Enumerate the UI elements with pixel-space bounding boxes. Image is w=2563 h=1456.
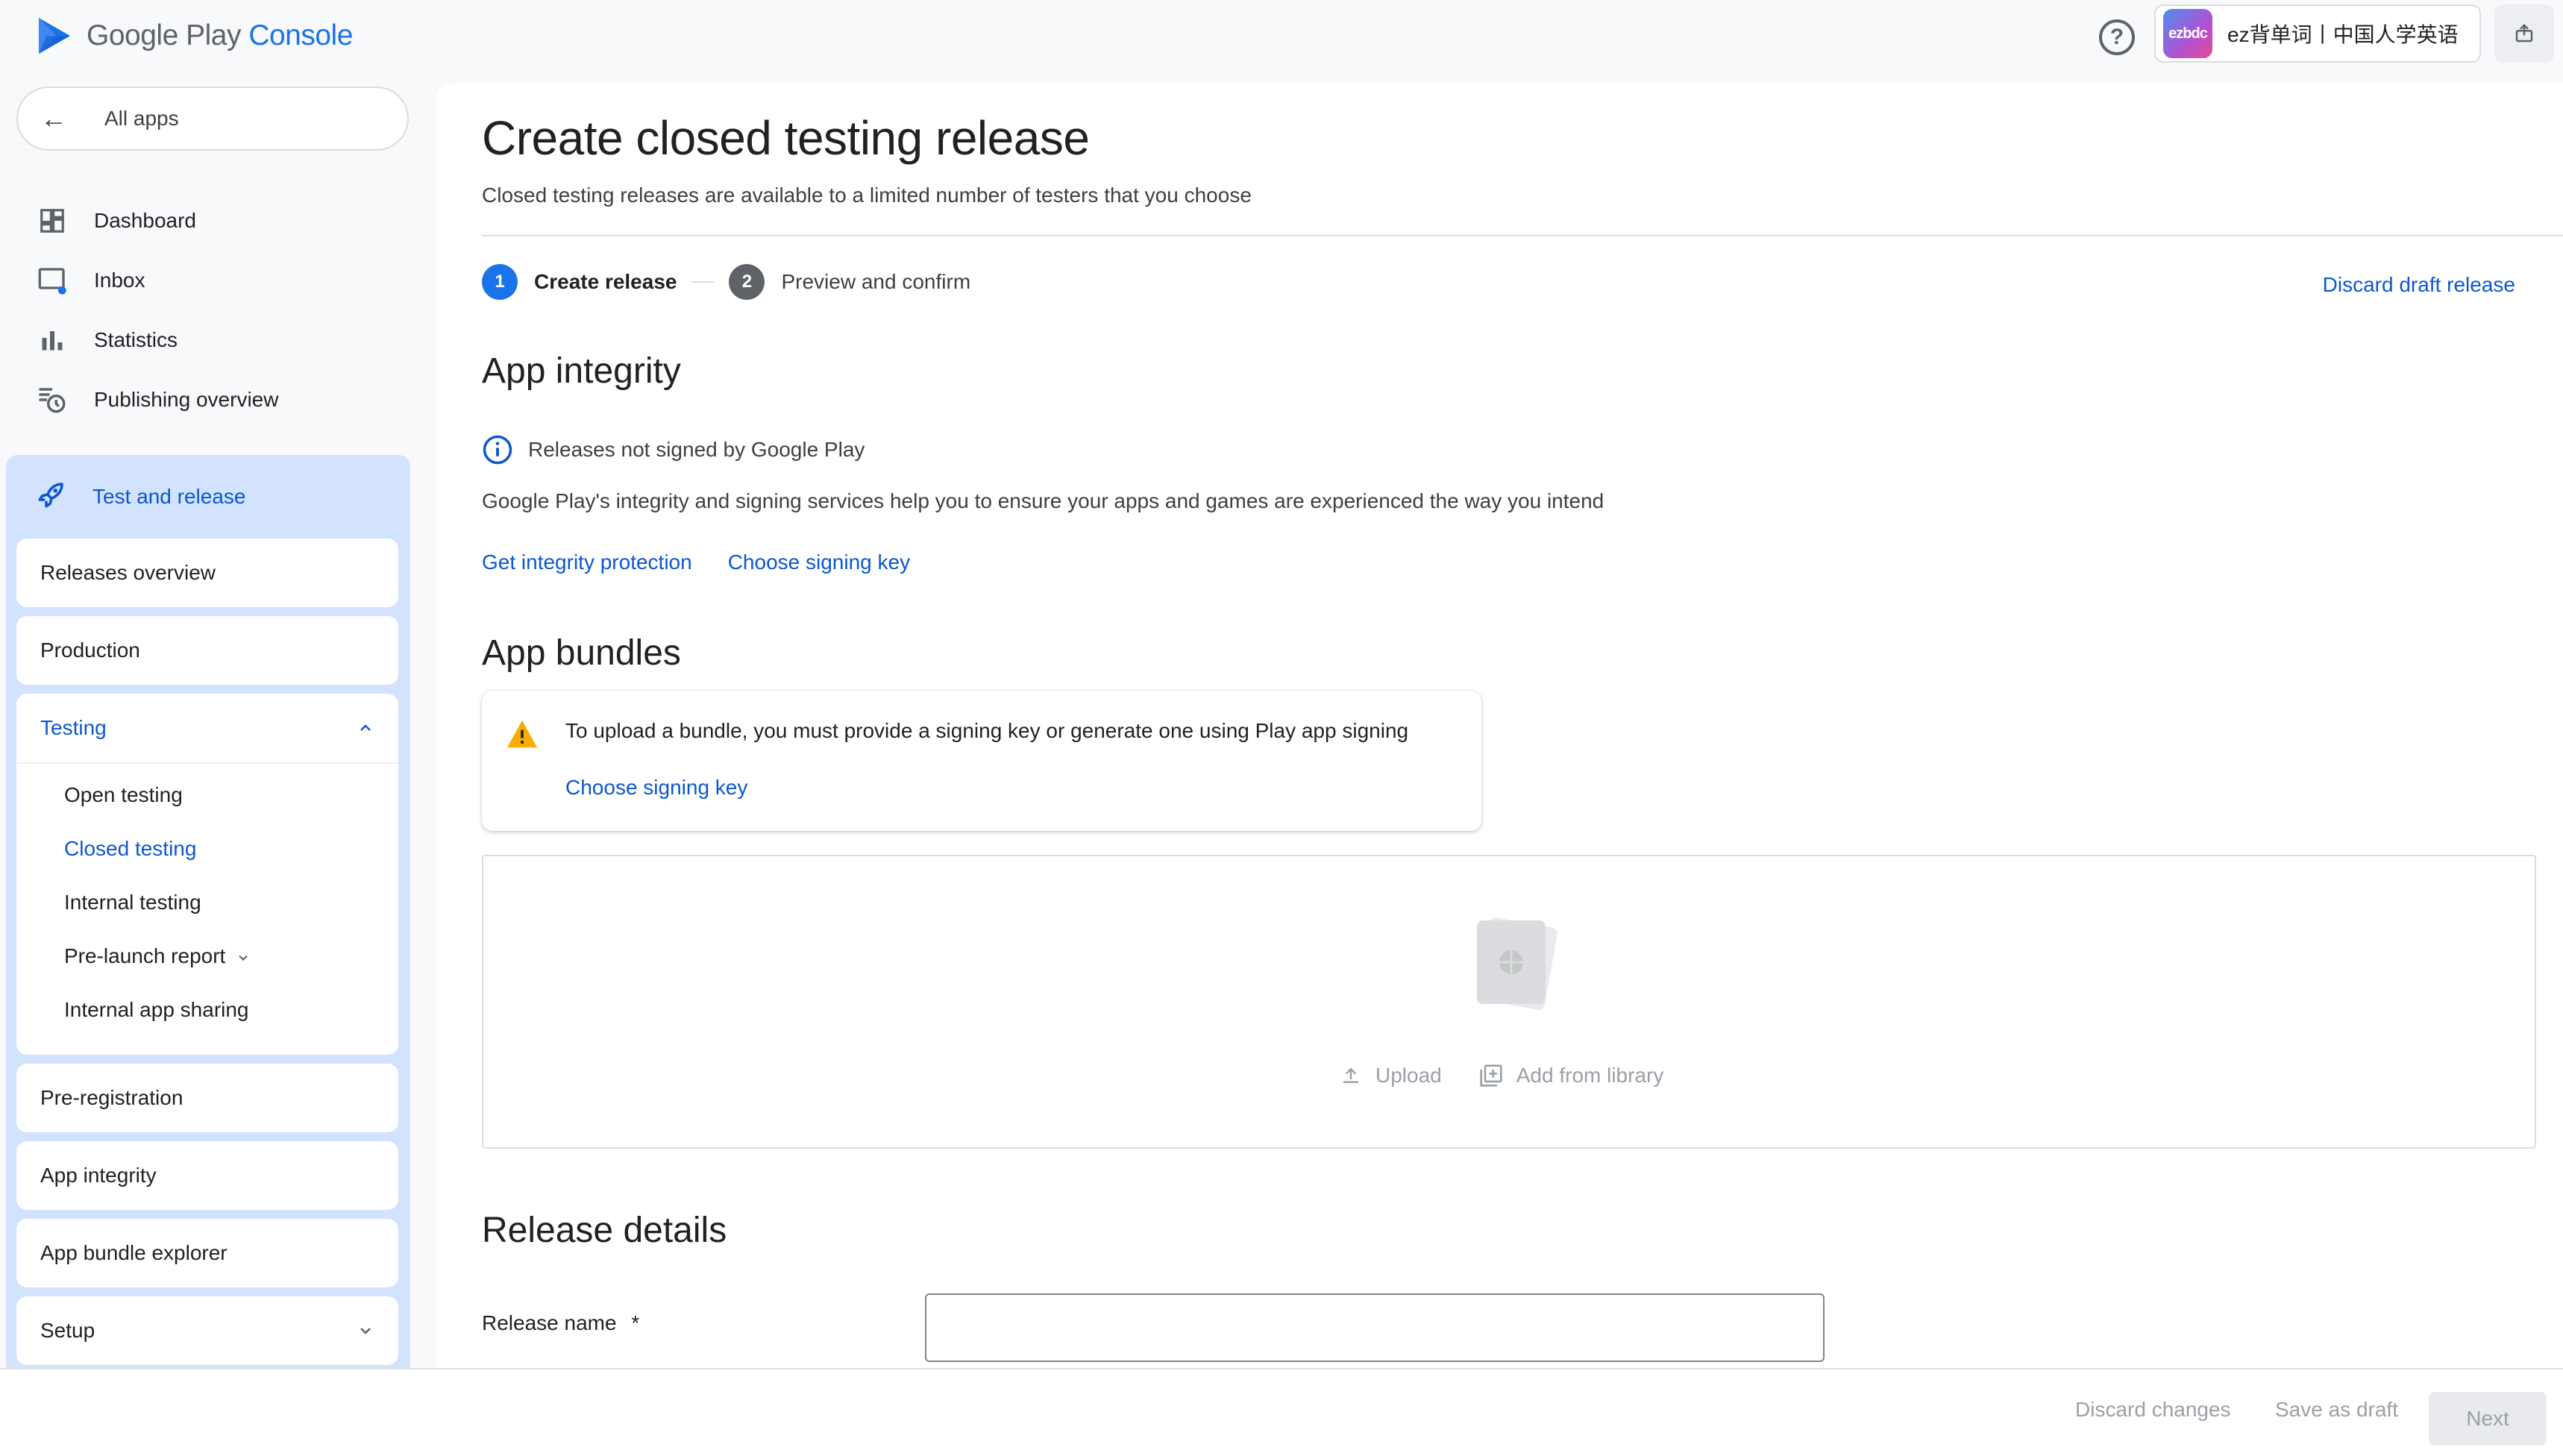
- share-icon: [2515, 23, 2533, 43]
- add-from-library-button[interactable]: Add from library: [1479, 1064, 1664, 1088]
- main-content: Create closed testing release Closed tes…: [436, 84, 2563, 1368]
- step-connector: [691, 281, 715, 283]
- signing-key-warning: To upload a bundle, you must provide a s…: [482, 691, 1481, 831]
- bundle-dropzone[interactable]: Upload Add from library: [482, 855, 2536, 1149]
- sidebar-item-production[interactable]: Production: [16, 616, 398, 685]
- sidebar-item-testing[interactable]: Testing: [16, 694, 398, 762]
- app-bundle-illustration-icon: [1477, 917, 1557, 1010]
- required-mark: *: [631, 1311, 640, 1334]
- step-preview-and-confirm[interactable]: Preview and confirm: [781, 270, 970, 294]
- notifications-button[interactable]: [2494, 4, 2554, 63]
- sidebar-item-statistics[interactable]: Statistics: [36, 316, 178, 364]
- release-details-heading: Release details: [482, 1211, 727, 1250]
- library-add-icon: [1480, 1064, 1502, 1087]
- all-apps-button[interactable]: ← All apps: [16, 87, 409, 151]
- bar-chart-icon: [36, 324, 69, 357]
- google-play-console-logo[interactable]: Google Play Console: [36, 15, 353, 57]
- play-console-logo-icon: [39, 18, 70, 54]
- integrity-status-text: Releases not signed by Google Play: [528, 438, 865, 461]
- sidebar-item-label: Pre-registration: [40, 1086, 183, 1109]
- inbox-icon: [36, 264, 69, 297]
- testing-group: Testing Open testing Closed testing Inte…: [16, 694, 398, 1055]
- sidebar-item-pre-registration[interactable]: Pre-registration: [16, 1064, 398, 1132]
- sidebar-item-label: Inbox: [94, 269, 145, 292]
- logo-text-main: Google Play: [87, 19, 241, 51]
- sidebar-item-label: Releases overview: [40, 561, 216, 584]
- warning-icon: [507, 720, 537, 748]
- sidebar-item-dashboard[interactable]: Dashboard: [36, 197, 196, 245]
- release-name-label-text: Release name: [482, 1311, 617, 1334]
- sidebar-item-label: Statistics: [94, 328, 178, 351]
- sidebar-item-label: Setup: [40, 1319, 95, 1342]
- app-name: ez背单词丨中国人学英语: [2227, 23, 2459, 46]
- sidebar-item-internal-app-sharing[interactable]: Internal app sharing: [64, 995, 249, 1025]
- rocket-icon: [36, 479, 67, 515]
- bottom-action-bar: Discard changes Save as draft Next: [0, 1368, 2563, 1456]
- sidebar-item-label: Testing: [40, 716, 107, 739]
- sidebar-item-open-testing[interactable]: Open testing: [64, 780, 183, 810]
- integrity-links: Get integrity protection Choose signing …: [482, 550, 910, 574]
- stepper: 1 Create release 2 Preview and confirm: [482, 263, 970, 301]
- sidebar-item-setup[interactable]: Setup: [16, 1296, 398, 1365]
- upload-button[interactable]: Upload: [1340, 1064, 1442, 1088]
- sidebar-item-pre-launch-report[interactable]: Pre-launch report: [64, 941, 251, 971]
- app-switcher-chip[interactable]: ezbdc ez背单词丨中国人学英语: [2154, 4, 2481, 63]
- save-as-draft-button[interactable]: Save as draft: [2275, 1398, 2398, 1422]
- sidebar-section-title: Test and release: [92, 485, 246, 508]
- sidebar-item-publishing-overview[interactable]: Publishing overview: [36, 376, 278, 424]
- app-icon: ezbdc: [2163, 9, 2212, 58]
- sidebar-item-label: App integrity: [40, 1164, 157, 1187]
- divider: [16, 762, 398, 764]
- sidebar-item-internal-testing[interactable]: Internal testing: [64, 888, 201, 917]
- sidebar-item-test-and-release[interactable]: Test and release: [36, 473, 245, 521]
- chevron-up-icon[interactable]: [357, 719, 374, 737]
- add-from-library-label: Add from library: [1516, 1064, 1664, 1087]
- sidebar: ← All apps Dashboard Inbox Statistics Pu…: [0, 78, 418, 1368]
- header-divider: [482, 235, 2563, 236]
- integrity-status: Releases not signed by Google Play: [482, 434, 865, 465]
- choose-signing-key-link[interactable]: Choose signing key: [728, 550, 910, 574]
- chevron-down-icon: [239, 955, 248, 961]
- integrity-description: Google Play's integrity and signing serv…: [482, 489, 1604, 512]
- app-integrity-heading: App integrity: [482, 351, 681, 391]
- sidebar-item-inbox[interactable]: Inbox: [36, 257, 145, 304]
- dropzone-actions: Upload Add from library: [1340, 1064, 1663, 1088]
- sidebar-item-app-bundle-explorer[interactable]: App bundle explorer: [16, 1219, 398, 1287]
- chevron-down-icon: [360, 1328, 371, 1334]
- sidebar-item-label: Dashboard: [94, 209, 196, 232]
- release-name-input[interactable]: [925, 1293, 1825, 1362]
- sidebar-item-app-integrity[interactable]: App integrity: [16, 1141, 398, 1210]
- help-icon[interactable]: ?: [2099, 19, 2135, 55]
- sidebar-item-closed-testing[interactable]: Closed testing: [64, 834, 196, 864]
- sidebar-item-label: Pre-launch report: [64, 944, 226, 967]
- upload-icon: [1343, 1067, 1358, 1083]
- warning-choose-signing-key-link[interactable]: Choose signing key: [565, 776, 747, 800]
- info-icon: [483, 435, 512, 465]
- dashboard-icon: [36, 204, 69, 237]
- back-arrow-icon: ←: [40, 103, 67, 134]
- top-bar: Google Play Console ? ezbdc ez背单词丨中国人学英语: [0, 0, 2563, 78]
- app-bundles-heading: App bundles: [482, 633, 681, 673]
- warning-text: To upload a bundle, you must provide a s…: [565, 719, 1409, 742]
- discard-draft-release-link[interactable]: Discard draft release: [2323, 273, 2515, 297]
- sidebar-item-releases-overview[interactable]: Releases overview: [16, 539, 398, 607]
- step-create-release[interactable]: Create release: [534, 270, 677, 294]
- release-name-label: Release name *: [482, 1311, 639, 1335]
- next-button[interactable]: Next: [2429, 1392, 2547, 1446]
- all-apps-label: All apps: [104, 107, 179, 130]
- page-title: Create closed testing release: [482, 111, 1090, 165]
- discard-changes-button[interactable]: Discard changes: [2075, 1398, 2231, 1422]
- sidebar-item-label: App bundle explorer: [40, 1241, 228, 1264]
- step-number-1: 1: [482, 264, 518, 300]
- logo-text-console: Console: [248, 19, 353, 51]
- get-integrity-protection-link[interactable]: Get integrity protection: [482, 550, 692, 574]
- sidebar-item-label: Production: [40, 638, 140, 662]
- upload-label: Upload: [1375, 1064, 1442, 1087]
- page-subtitle: Closed testing releases are available to…: [482, 183, 1252, 207]
- sidebar-item-label: Publishing overview: [94, 388, 279, 411]
- step-number-2: 2: [729, 264, 765, 300]
- publishing-icon: [36, 383, 69, 416]
- logo-text: Google Play Console: [87, 19, 353, 52]
